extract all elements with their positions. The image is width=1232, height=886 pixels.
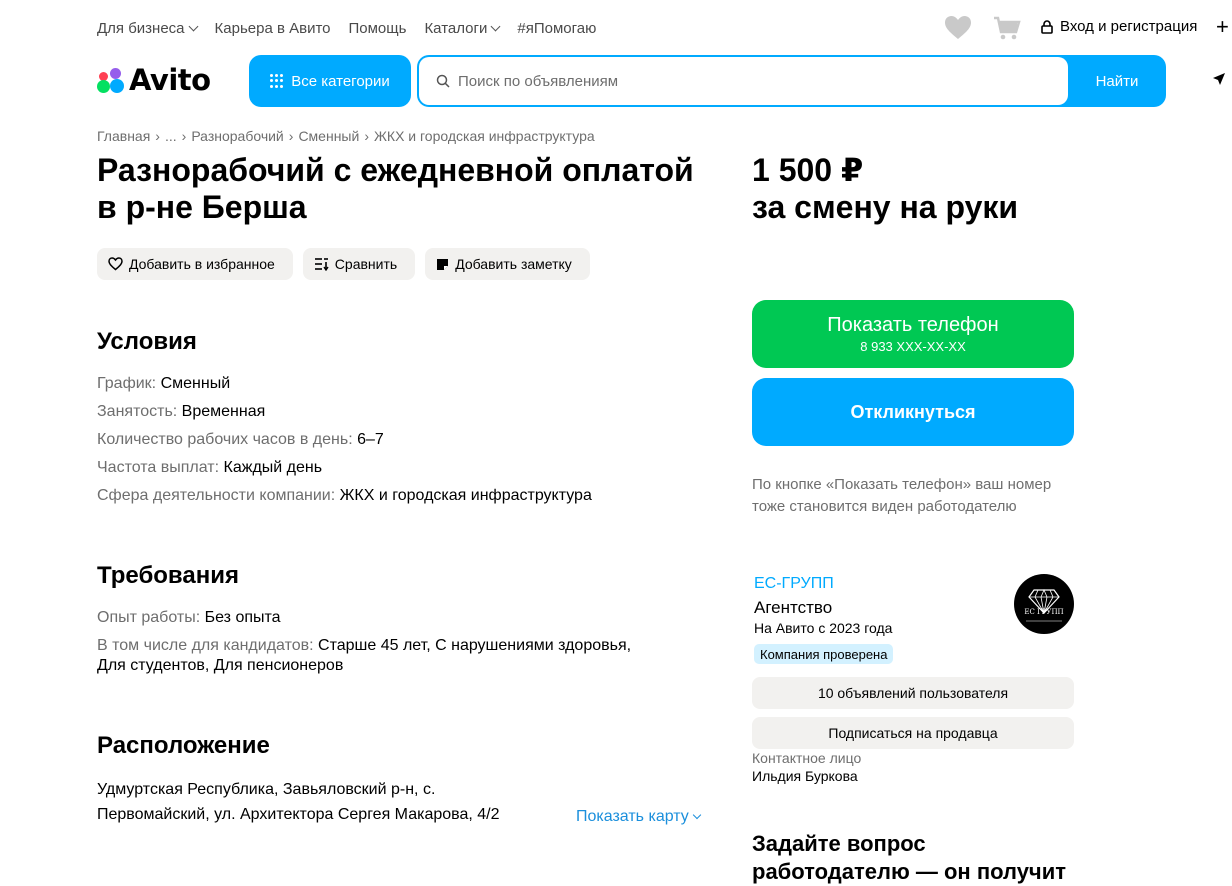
seller-listings-button[interactable]: 10 объявлений пользователя (752, 677, 1074, 709)
search-button[interactable]: Найти (1068, 55, 1166, 107)
location-arrow-icon[interactable] (1212, 72, 1226, 86)
breadcrumb-schedule[interactable]: Сменный (298, 128, 359, 144)
experience-row: Опыт работы: Без опыта (97, 609, 281, 626)
search-input[interactable] (456, 71, 1040, 91)
chevron-down-icon (692, 810, 702, 820)
logo-dots-icon (97, 65, 127, 95)
contact-person-name: Ильдия Буркова (752, 768, 858, 784)
heart-outline-icon (108, 257, 123, 271)
post-ad-plus-icon[interactable]: + (1216, 14, 1229, 40)
verified-badge: Компания проверена (754, 644, 894, 664)
breadcrumb-category[interactable]: Разнорабочий (191, 128, 283, 144)
nav-ihelp[interactable]: #яПомогаю (517, 20, 596, 37)
ask-employer-heading: Задайте вопрос работодателю — он получит (752, 831, 1066, 884)
condition-row: Количество рабочих часов в день: 6–7 (97, 431, 384, 448)
show-phone-button[interactable]: Показать телефон 8 933 XXX-XX-XX (752, 300, 1074, 368)
search-icon (436, 74, 450, 88)
address-line1: Удмуртская Республика, Завьяловский р-н,… (97, 781, 436, 798)
breadcrumb: Главная › ... › Разнорабочий › Сменный ›… (97, 128, 595, 144)
add-note-button[interactable]: Добавить заметку (425, 248, 590, 280)
price: 1 500 ₽ за смену на руки (752, 152, 1019, 225)
login-link[interactable]: Вход и регистрация (1041, 18, 1197, 35)
condition-row: Занятость: Временная (97, 403, 266, 420)
nav-career[interactable]: Карьера в Авито (215, 20, 331, 37)
top-nav: Для бизнеса Карьера в Авито Помощь Катал… (97, 18, 614, 38)
address-line2: Первомайский, ул. Архитектора Сергея Мак… (97, 806, 500, 823)
search-box (419, 57, 1068, 105)
candidates-row: В том числе для кандидатов: Старше 45 ле… (97, 637, 632, 654)
subscribe-seller-button[interactable]: Подписаться на продавца (752, 717, 1074, 749)
avatar[interactable]: ЕС ГРУПП (1014, 574, 1074, 634)
breadcrumb-home[interactable]: Главная (97, 128, 150, 144)
nav-help[interactable]: Помощь (349, 20, 407, 37)
phone-visibility-note: По кнопке «Показать телефон» ваш номер т… (752, 476, 1052, 515)
condition-row: Сфера деятельности компании: ЖКХ и город… (97, 487, 592, 504)
condition-row: График: Сменный (97, 375, 231, 392)
avatar-text: ЕС ГРУПП (1024, 608, 1064, 616)
contact-person-label: Контактное лицо (752, 750, 862, 766)
candidates-row-cont: Для студентов, Для пенсионеров (97, 657, 344, 674)
logo-text: Avito (129, 63, 211, 97)
respond-button[interactable]: Откликнуться (752, 378, 1074, 446)
chevron-down-icon (490, 21, 501, 31)
requirements-heading: Требования (97, 562, 239, 589)
page-title: Разнорабочий с ежедневной оплатой в р-не… (97, 152, 694, 225)
breadcrumb-ellipsis[interactable]: ... (165, 128, 177, 144)
seller-name-link[interactable]: ЕС-ГРУПП (754, 575, 834, 593)
nav-for-business[interactable]: Для бизнеса (97, 20, 198, 37)
listing-actions: Добавить в избранное Сравнить Добавить з… (97, 248, 590, 280)
grid-dots-icon (270, 74, 284, 88)
compare-icon (314, 258, 329, 271)
seller-type: Агентство (754, 598, 833, 617)
diamond-logo-icon (1026, 588, 1062, 622)
lock-icon (1041, 19, 1053, 34)
location-heading: Расположение (97, 732, 270, 759)
breadcrumb-sphere[interactable]: ЖКХ и городская инфраструктура (374, 128, 595, 144)
add-to-favorites-button[interactable]: Добавить в избранное (97, 248, 293, 280)
search-bar: Найти (417, 55, 1166, 107)
favorites-heart-icon[interactable] (944, 15, 972, 41)
cart-icon[interactable] (993, 15, 1021, 41)
nav-catalogs[interactable]: Каталоги (424, 20, 501, 37)
note-icon (437, 258, 449, 270)
all-categories-button[interactable]: Все категории (249, 55, 411, 107)
conditions-heading: Условия (97, 328, 197, 355)
compare-button[interactable]: Сравнить (302, 248, 416, 280)
avito-logo[interactable]: Avito (97, 63, 211, 97)
condition-row: Частота выплат: Каждый день (97, 459, 323, 476)
seller-since: На Авито с 2023 года (754, 620, 893, 636)
chevron-down-icon (188, 21, 198, 31)
show-map-link[interactable]: Показать карту (576, 808, 702, 826)
